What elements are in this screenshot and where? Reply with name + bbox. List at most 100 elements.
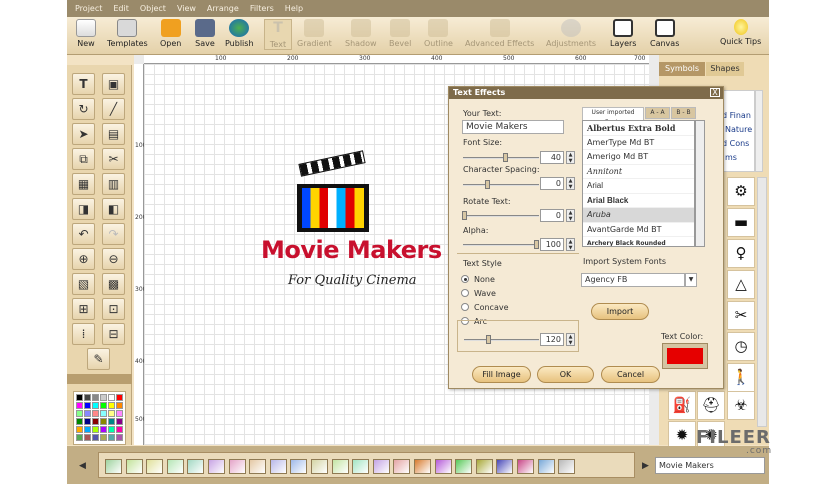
cancel-button[interactable]: Cancel <box>601 366 660 383</box>
gradient-button[interactable]: Gradient <box>297 19 332 48</box>
palette-color-swatch[interactable] <box>84 426 91 433</box>
gradient-swatch[interactable] <box>146 459 164 474</box>
gradient-swatch[interactable] <box>125 459 143 474</box>
ok-button[interactable]: OK <box>537 366 594 383</box>
your-text-input[interactable]: Movie Makers <box>462 120 564 134</box>
open-button[interactable]: Open <box>160 19 181 48</box>
list-item-selected[interactable]: Aruba <box>583 208 694 223</box>
palette-color-swatch[interactable] <box>92 394 99 401</box>
line-tool[interactable]: ╱ <box>102 98 125 120</box>
alpha-slider[interactable] <box>463 240 539 249</box>
cut-tool[interactable]: ✂ <box>102 148 125 170</box>
palette-color-swatch[interactable] <box>116 402 123 409</box>
templates-button[interactable]: Templates <box>107 19 148 48</box>
palette-color-swatch[interactable] <box>92 418 99 425</box>
shadow-button[interactable]: Shadow <box>345 19 377 48</box>
palette-color-swatch[interactable] <box>92 410 99 417</box>
gradient-swatch[interactable] <box>517 459 534 474</box>
gradient-swatch[interactable] <box>105 459 122 474</box>
text-button[interactable]: T Text <box>264 19 292 50</box>
palette-color-swatch[interactable] <box>100 426 107 433</box>
new-button[interactable]: New <box>76 19 96 48</box>
palette-color-swatch[interactable] <box>116 418 123 425</box>
palette-color-swatch[interactable] <box>100 434 107 441</box>
gradient-swatch[interactable] <box>331 459 349 474</box>
list-item[interactable]: d Cons <box>722 139 749 148</box>
rotate-slider[interactable] <box>462 211 539 220</box>
tools-icon[interactable]: ✂ <box>727 301 755 330</box>
align-tool[interactable]: ▧ <box>72 273 95 295</box>
delete-tool[interactable]: ▥ <box>102 173 125 195</box>
font-list[interactable]: Albertus Extra Bold AmerType Md BT Ameri… <box>582 120 695 247</box>
char-spacing-spinner[interactable]: ▲ ▼ <box>566 177 575 190</box>
palette-color-swatch[interactable] <box>116 434 123 441</box>
menu-edit[interactable]: Edit <box>113 4 129 13</box>
biohazard-icon[interactable]: ☣ <box>727 391 755 420</box>
font-list-scrollbar[interactable] <box>695 120 705 247</box>
palette-color-swatch[interactable] <box>76 410 83 417</box>
style-spinner[interactable]: ▲ ▼ <box>566 333 575 346</box>
char-spacing-slider[interactable] <box>463 180 539 189</box>
helmet-icon[interactable]: ⛑ <box>697 391 725 420</box>
list-item[interactable]: AmerType Md BT <box>583 136 694 150</box>
palette-color-swatch[interactable] <box>108 426 115 433</box>
eyedropper-tool[interactable]: ✎ <box>87 348 110 370</box>
palette-color-swatch[interactable] <box>116 426 123 433</box>
text-color-swatch[interactable] <box>662 343 708 369</box>
list-item[interactable]: Nature <box>725 125 752 134</box>
palette-color-swatch[interactable] <box>84 434 91 441</box>
slider-knob[interactable] <box>503 153 508 162</box>
palette-color-swatch[interactable] <box>84 410 91 417</box>
gear-icon[interactable]: ⚙ <box>727 177 755 206</box>
palette-color-swatch[interactable] <box>92 402 99 409</box>
list-item[interactable]: Arial <box>583 179 694 194</box>
palette-color-swatch[interactable] <box>84 418 91 425</box>
clipboard-tool[interactable]: ▦ <box>72 173 95 195</box>
scroll-right-icon[interactable]: ▶ <box>642 461 649 471</box>
char-spacing-value[interactable]: 0 <box>540 177 564 190</box>
palette-color-swatch[interactable] <box>108 434 115 441</box>
ungroup-tool[interactable]: ⊟ <box>102 323 125 345</box>
save-button[interactable]: Save <box>195 19 215 48</box>
person-walking-icon[interactable]: 🚶 <box>727 363 755 392</box>
slider-knob[interactable] <box>485 180 490 189</box>
font-size-value[interactable]: 40 <box>540 151 564 164</box>
palette-color-swatch[interactable] <box>92 434 99 441</box>
menu-help[interactable]: Help <box>285 4 303 13</box>
publish-button[interactable]: Publish <box>225 19 254 48</box>
menu-project[interactable]: Project <box>75 4 102 13</box>
palette-color-swatch[interactable] <box>100 394 107 401</box>
send-back-tool[interactable]: ◧ <box>102 198 125 220</box>
list-item[interactable]: Annitont <box>583 165 694 179</box>
palette-color-swatch[interactable] <box>76 426 83 433</box>
palette-color-swatch[interactable] <box>76 434 83 441</box>
palette-color-swatch[interactable] <box>116 410 123 417</box>
gradient-swatch[interactable] <box>208 459 225 474</box>
import-button[interactable]: Import <box>591 303 649 320</box>
gradient-swatch[interactable] <box>166 459 184 474</box>
gradient-swatch[interactable] <box>558 459 576 474</box>
menu-view[interactable]: View <box>177 4 196 13</box>
redo-tool[interactable]: ↷ <box>102 223 125 245</box>
slider-knob[interactable] <box>486 335 491 344</box>
gradient-swatch[interactable] <box>228 459 246 474</box>
palette-color-swatch[interactable] <box>84 394 91 401</box>
list-item[interactable]: Amerigo Md BT <box>583 150 694 165</box>
zoom-out-tool[interactable]: ⊖ <box>102 248 125 270</box>
style-value[interactable]: 120 <box>540 333 564 346</box>
logo-title[interactable]: Movie Makers <box>261 236 442 264</box>
gradient-swatch[interactable] <box>311 459 328 474</box>
lock-tool[interactable]: ▩ <box>102 273 125 295</box>
menu-object[interactable]: Object <box>140 4 166 13</box>
advanced-effects-button[interactable]: Advanced Effects <box>465 19 534 48</box>
palette-color-swatch[interactable] <box>84 402 91 409</box>
gradient-swatch[interactable] <box>372 459 390 474</box>
symbols-scrollbar[interactable] <box>757 177 767 427</box>
fuel-icon[interactable]: ⛽ <box>668 391 696 420</box>
font-size-slider[interactable] <box>463 153 539 162</box>
logo-subtitle[interactable]: For Quality Cinema <box>288 273 417 288</box>
list-item[interactable]: Archery Black Rounded <box>583 237 694 246</box>
gradient-swatch[interactable] <box>187 459 205 474</box>
palette-color-swatch[interactable] <box>108 418 115 425</box>
bevel-button[interactable]: Bevel <box>389 19 411 48</box>
